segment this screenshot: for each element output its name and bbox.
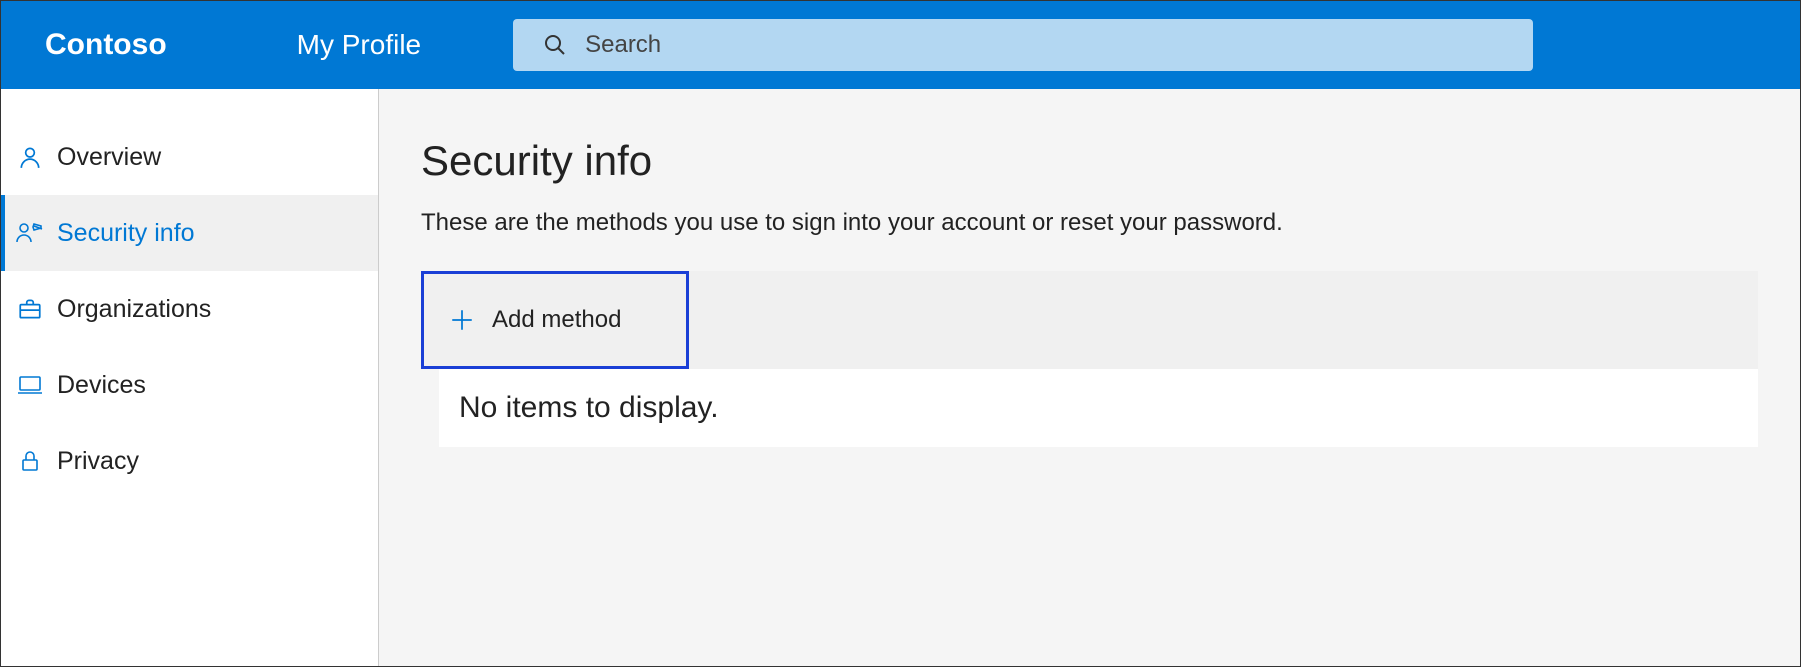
body: Overview Security info Or — [1, 89, 1800, 666]
person-icon — [15, 142, 45, 172]
profile-title: My Profile — [297, 29, 421, 61]
sidebar-item-devices[interactable]: Devices — [1, 347, 378, 423]
device-icon — [15, 370, 45, 400]
methods-toolbar: Add method — [421, 271, 1758, 369]
search-container[interactable] — [513, 19, 1533, 71]
sidebar-item-overview[interactable]: Overview — [1, 119, 378, 195]
sidebar-item-organizations[interactable]: Organizations — [1, 271, 378, 347]
sidebar-item-label: Overview — [57, 143, 161, 172]
sidebar-item-label: Devices — [57, 371, 146, 400]
add-method-label: Add method — [492, 306, 621, 334]
plus-icon — [448, 306, 476, 334]
sidebar-item-label: Security info — [57, 219, 195, 248]
sidebar: Overview Security info Or — [1, 89, 379, 666]
sidebar-item-label: Organizations — [57, 295, 211, 324]
sidebar-item-security-info[interactable]: Security info — [1, 195, 378, 271]
search-icon — [543, 33, 567, 57]
empty-state-text: No items to display. — [459, 391, 719, 424]
brand-logo: Contoso — [45, 28, 167, 62]
lock-icon — [15, 446, 45, 476]
add-method-button[interactable]: Add method — [421, 271, 689, 369]
page-title: Security info — [421, 137, 1758, 185]
search-input[interactable] — [585, 31, 1503, 59]
sidebar-item-label: Privacy — [57, 447, 139, 476]
main-content: Security info These are the methods you … — [379, 89, 1800, 666]
briefcase-icon — [15, 294, 45, 324]
header: Contoso My Profile — [1, 1, 1800, 89]
empty-state: No items to display. — [439, 369, 1758, 447]
sidebar-item-privacy[interactable]: Privacy — [1, 423, 378, 499]
security-info-icon — [15, 218, 45, 248]
page-description: These are the methods you use to sign in… — [421, 209, 1758, 237]
